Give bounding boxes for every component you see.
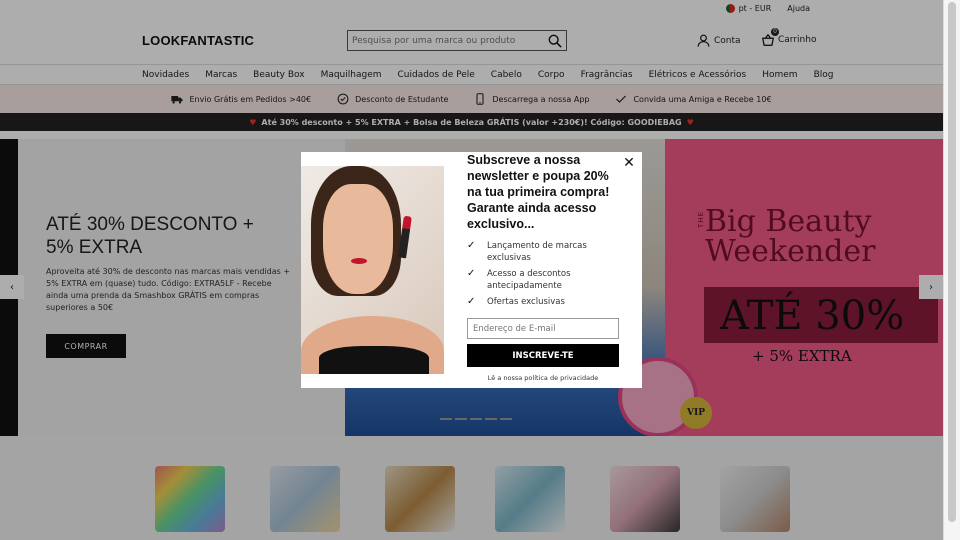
scrollbar[interactable] (943, 0, 960, 540)
subscribe-button[interactable]: INSCREVE-TE (467, 344, 619, 367)
benefit-label: Acesso a descontos antecipadamente (487, 269, 571, 291)
close-icon[interactable]: ✕ (622, 156, 636, 170)
benefit-item: ✓ Acesso a descontos antecipadamente (467, 268, 627, 292)
privacy-policy-link[interactable]: Lê a nossa política de privacidade (467, 374, 619, 382)
modal-title: Subscreve a nossa newsletter e poupa 20%… (467, 153, 610, 231)
benefits-list: ✓ Lançamento de marcas exclusivas ✓ Acesso… (467, 240, 627, 312)
benefit-item: ✓ Lançamento de marcas exclusivas (467, 240, 627, 264)
scrollbar-thumb[interactable] (948, 2, 956, 522)
check-icon: ✓ (467, 240, 476, 251)
newsletter-modal: ✕ Subscreve a nossa newsletter e poupa 2… (301, 152, 642, 388)
model-photo (301, 166, 444, 374)
check-icon: ✓ (467, 268, 476, 279)
benefit-label: Ofertas exclusivas (487, 297, 565, 307)
email-field[interactable]: Endereço de E-mail (467, 318, 619, 339)
check-icon: ✓ (467, 296, 476, 307)
benefit-label: Lançamento de marcas exclusivas (487, 241, 587, 263)
benefit-item: ✓ Ofertas exclusivas (467, 296, 627, 308)
